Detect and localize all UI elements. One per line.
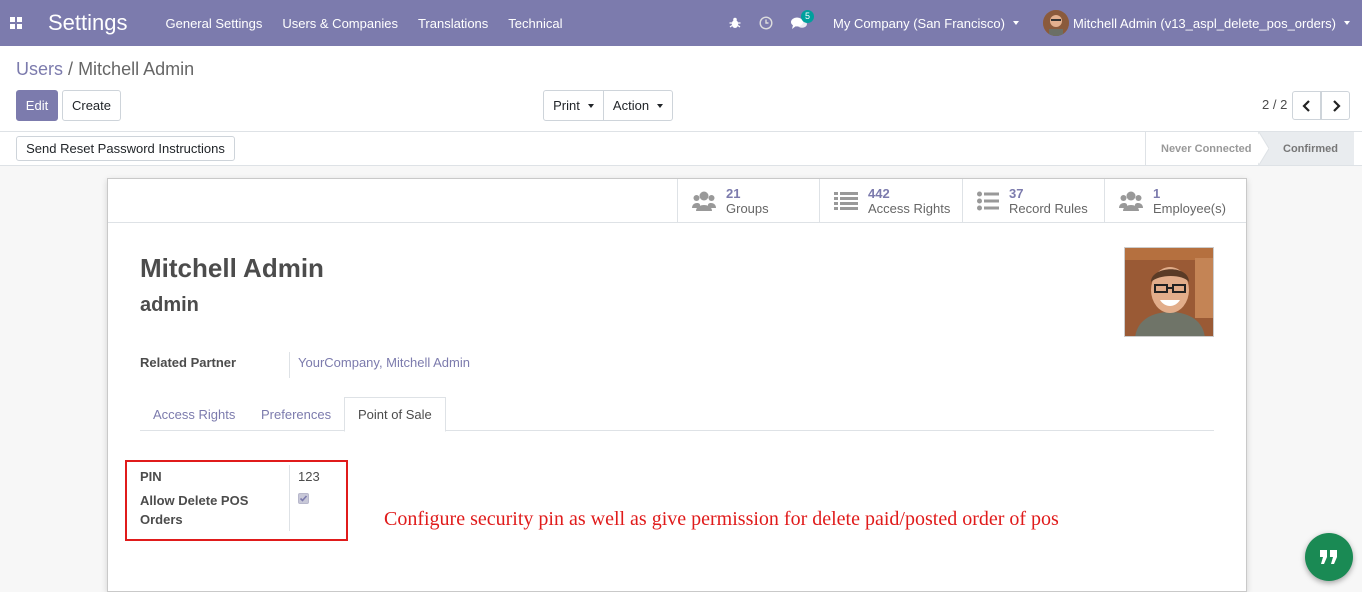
stage-label: Never Connected — [1161, 142, 1252, 155]
smart-count: 37 — [1009, 185, 1024, 201]
tab-access-rights[interactable]: Access Rights — [153, 397, 235, 431]
create-button[interactable]: Create — [62, 90, 121, 121]
breadcrumb-users[interactable]: Users — [16, 59, 63, 79]
smart-label: Employee(s) — [1153, 200, 1226, 216]
breadcrumb: Users / Mitchell Admin — [16, 59, 194, 80]
print-label: Print — [553, 98, 580, 113]
field-divider — [289, 352, 290, 378]
send-reset-password-button[interactable]: Send Reset Password Instructions — [16, 136, 235, 161]
smart-button-box: 21 Groups 442 Access Rights 37 Record Rules… — [108, 179, 1246, 223]
pager-value[interactable]: 2 / 2 — [1262, 97, 1287, 112]
pager-previous-button[interactable] — [1292, 91, 1321, 120]
quote-icon — [1320, 550, 1337, 564]
smart-label: Record Rules — [1009, 200, 1088, 216]
form-statusbar: Send Reset Password Instructions Never C… — [0, 131, 1362, 166]
breadcrumb-separator: / — [68, 59, 74, 79]
edit-button[interactable]: Edit — [16, 90, 58, 121]
smart-count: 1 — [1153, 185, 1161, 201]
tab-point-of-sale[interactable]: Point of Sale — [344, 397, 446, 432]
menu-technical[interactable]: Technical — [508, 16, 562, 31]
stage-label: Confirmed — [1283, 142, 1338, 155]
smart-button-record-rules[interactable]: 37 Record Rules — [962, 179, 1104, 223]
annotation-text: Configure security pin as well as give p… — [384, 508, 1059, 530]
messages-badge: 5 — [801, 9, 815, 23]
activity-clock-icon[interactable] — [759, 16, 773, 30]
smart-label: Access Rights — [868, 200, 951, 216]
company-name: My Company (San Francisco) — [833, 15, 1005, 31]
notebook-tabs: Access Rights Preferences Point of Sale — [140, 397, 1214, 432]
stage-arrow-icon — [1259, 132, 1269, 165]
smart-count: 442 — [868, 185, 890, 201]
related-partner-label: Related Partner — [140, 355, 237, 370]
user-name: Mitchell Admin (v13_aspl_delete_pos_orde… — [1072, 15, 1336, 31]
user-name-title[interactable]: Mitchell Admin — [140, 253, 324, 284]
print-dropdown[interactable]: Print — [543, 90, 604, 121]
top-navbar: Settings General Settings Users & Compan… — [0, 0, 1362, 46]
avatar — [1042, 10, 1069, 36]
user-menu[interactable]: Mitchell Admin (v13_aspl_delete_pos_orde… — [1042, 10, 1350, 36]
debug-bug-icon[interactable] — [729, 17, 741, 29]
chevron-right-icon — [1332, 99, 1341, 112]
menu-translations[interactable]: Translations — [418, 16, 488, 31]
smart-button-groups[interactable]: 21 Groups — [677, 179, 819, 223]
list-ul-icon — [977, 191, 999, 211]
chevron-down-icon — [657, 103, 664, 108]
stage-confirmed: Confirmed — [1260, 132, 1354, 165]
users-icon — [692, 191, 716, 211]
smart-button-employees[interactable]: 1 Employee(s) — [1104, 179, 1246, 223]
action-dropdown[interactable]: Action — [603, 90, 673, 121]
apps-menu-icon[interactable] — [0, 0, 32, 46]
user-login[interactable]: admin — [140, 294, 199, 317]
breadcrumb-current: Mitchell Admin — [78, 59, 195, 79]
users-icon — [1119, 191, 1143, 211]
messages-icon[interactable]: 5 — [791, 9, 815, 30]
chevron-down-icon — [1344, 21, 1350, 25]
chat-button[interactable] — [1305, 533, 1353, 581]
chevron-down-icon — [1012, 21, 1019, 25]
smart-count: 21 — [726, 185, 741, 201]
tab-preferences[interactable]: Preferences — [261, 397, 331, 431]
app-title: Settings — [48, 10, 128, 35]
company-switcher[interactable]: My Company (San Francisco) — [833, 16, 1019, 31]
navbar-systray: 5 My Company (San Francisco) Mitchell Ad… — [729, 0, 1362, 46]
user-photo[interactable] — [1124, 247, 1214, 337]
smart-label: Groups — [726, 200, 769, 216]
menu-general-settings[interactable]: General Settings — [166, 16, 263, 31]
menu-users-companies[interactable]: Users & Companies — [282, 16, 398, 31]
chevron-left-icon — [1301, 99, 1310, 112]
action-label: Action — [612, 98, 650, 113]
highlight-box — [125, 460, 348, 541]
chevron-down-icon — [587, 103, 594, 108]
list-icon — [834, 192, 858, 210]
pager-next-button[interactable] — [1321, 91, 1350, 120]
smart-button-access-rights[interactable]: 442 Access Rights — [819, 179, 962, 223]
related-partner-link[interactable]: YourCompany, Mitchell Admin — [298, 355, 470, 370]
stage-never-connected: Never Connected — [1145, 132, 1265, 165]
